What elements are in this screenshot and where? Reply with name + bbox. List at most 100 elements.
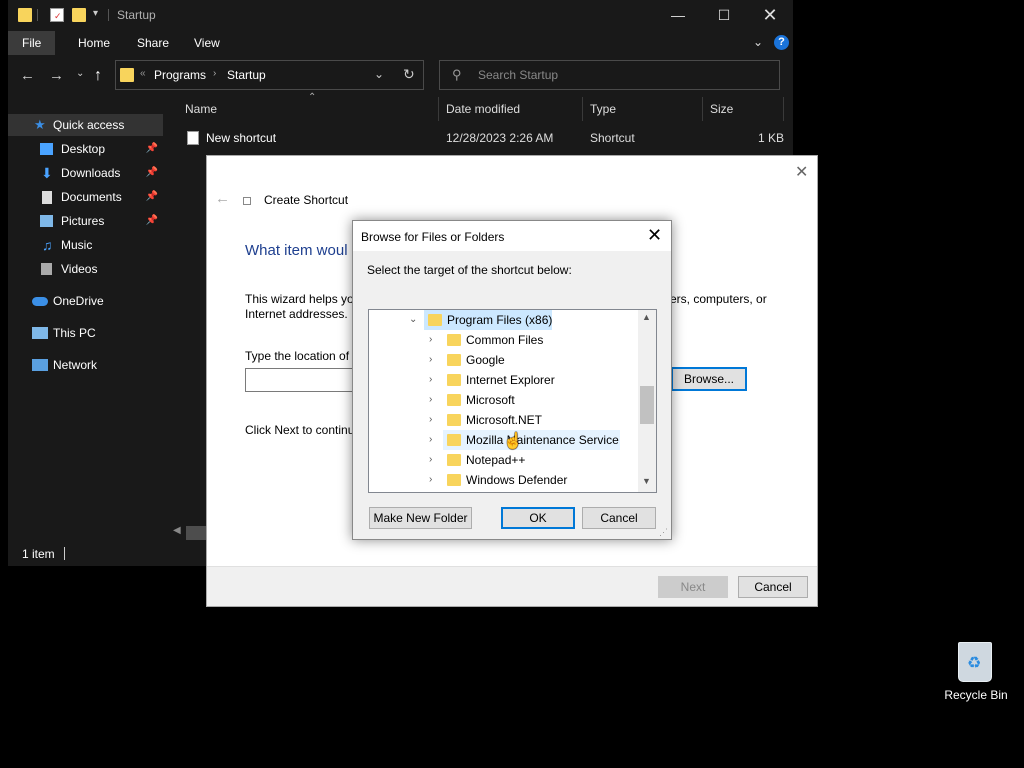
file-type: Shortcut [590,131,635,145]
recent-locations-icon[interactable]: ⌄ [76,68,84,79]
chevron-right-icon[interactable]: › [429,330,432,350]
tree-item-program-files-x86[interactable]: ⌄ Program Files (x86) [369,310,637,330]
sidebar-item-desktop[interactable]: Desktop 📌 [8,138,163,160]
sidebar-item-videos[interactable]: Videos [8,258,163,280]
minimize-button[interactable]: — [655,0,701,31]
column-divider[interactable] [582,97,583,121]
scroll-thumb[interactable] [640,386,654,424]
tree-item-label: Program Files (x86) [447,313,553,327]
expand-ribbon-icon[interactable]: ⌄ [753,35,763,49]
help-icon[interactable]: ? [774,35,789,50]
forward-arrow-icon[interactable]: → [49,67,64,84]
breadcrumb-programs[interactable]: Programs [154,68,206,82]
tree-item-notepad-plus-plus[interactable]: › Notepad++ [369,450,637,470]
sidebar-item-this-pc[interactable]: This PC [8,322,163,344]
tree-item-internet-explorer[interactable]: › Internet Explorer [369,370,637,390]
properties-icon[interactable]: ✓ [50,8,64,22]
column-date-modified[interactable]: Date modified [446,97,520,121]
title-bar: ✓ ▾ Startup — ☐ ✕ [8,0,793,31]
sidebar-item-onedrive[interactable]: OneDrive [8,290,163,312]
folder-icon [447,334,461,346]
column-divider[interactable] [702,97,703,121]
address-dropdown-icon[interactable]: ⌄ [374,67,384,81]
tree-item-windows-defender[interactable]: › Windows Defender [369,470,637,490]
close-icon[interactable]: ✕ [647,225,662,246]
scroll-thumb[interactable] [186,526,208,540]
tree-item-label: Windows Defender [466,473,568,487]
sidebar-item-quick-access[interactable]: ★ Quick access [8,114,163,136]
scroll-left-icon[interactable]: ◀ [173,525,181,536]
resize-grip-icon[interactable]: ⋰ [659,527,668,538]
scroll-down-icon[interactable]: ▼ [642,476,651,486]
cancel-button[interactable]: Cancel [582,507,656,529]
column-divider[interactable] [438,97,439,121]
maximize-button[interactable]: ☐ [701,0,747,31]
close-button[interactable]: ✕ [747,0,793,31]
chevron-right-icon[interactable]: › [429,350,432,370]
customize-quick-access-icon[interactable]: ▾ [93,8,98,19]
pin-icon[interactable]: 📌 [146,138,158,160]
tab-file[interactable]: File [8,31,56,55]
item-count: 1 item [22,547,55,561]
back-arrow-icon[interactable]: ← [20,67,35,84]
sidebar-item-downloads[interactable]: ⬇ Downloads 📌 [8,162,163,184]
chevron-right-icon[interactable]: › [429,410,432,430]
recycle-bin-icon: ♻ [958,642,992,682]
next-button[interactable]: Next [658,576,728,598]
column-type[interactable]: Type [590,97,616,121]
overflow-icon[interactable]: « [140,68,146,79]
tree-item-google[interactable]: › Google [369,350,637,370]
tree-item-label: Google [466,353,505,367]
new-folder-icon[interactable] [72,8,86,22]
close-icon[interactable]: ✕ [795,162,808,182]
tab-home[interactable]: Home [64,31,124,55]
tab-share[interactable]: Share [123,31,183,55]
folder-tree[interactable]: ⌄ Program Files (x86) › Common Files › G… [368,309,657,493]
sidebar-item-music[interactable]: ♫ Music [8,234,163,256]
pin-icon[interactable]: 📌 [146,162,158,184]
search-box[interactable]: ⚲ Search Startup [439,60,780,90]
tree-item-microsoft-net[interactable]: › Microsoft.NET [369,410,637,430]
sidebar-item-label: Network [53,358,98,372]
folder-icon [447,354,461,366]
tab-view[interactable]: View [180,31,234,55]
ok-button[interactable]: OK [501,507,575,529]
up-arrow-icon[interactable]: ↑ [94,67,102,85]
pin-icon[interactable]: 📌 [146,210,158,232]
cancel-button[interactable]: Cancel [738,576,808,598]
tree-item-common-files[interactable]: › Common Files [369,330,637,350]
column-size[interactable]: Size [710,97,733,121]
chevron-right-icon[interactable]: › [429,430,432,450]
horizontal-scrollbar[interactable]: ◀ [168,524,208,542]
recycle-bin-shortcut[interactable]: ♻ Recycle Bin [940,640,1012,710]
back-arrow-icon[interactable]: ← [215,190,230,207]
browse-button[interactable]: Browse... [671,367,747,391]
sidebar-item-network[interactable]: Network [8,354,163,376]
scroll-up-icon[interactable]: ▲ [642,312,651,322]
chevron-down-icon[interactable]: ⌄ [409,310,417,330]
search-placeholder: Search Startup [478,68,559,82]
refresh-icon[interactable]: ↻ [403,66,415,83]
tree-item-microsoft[interactable]: › Microsoft [369,390,637,410]
sidebar-item-documents[interactable]: Documents 📌 [8,186,163,208]
pin-icon[interactable]: 📌 [146,186,158,208]
chevron-right-icon[interactable]: › [429,370,432,390]
star-icon: ★ [34,117,46,132]
make-new-folder-button[interactable]: Make New Folder [369,507,472,529]
chevron-right-icon[interactable]: › [429,470,432,490]
breadcrumb-separator-icon[interactable]: › [213,68,216,79]
column-divider[interactable] [783,97,784,121]
chevron-right-icon[interactable]: › [429,450,432,470]
address-bar[interactable]: « Programs › Startup ⌄ ↻ [115,60,424,90]
shortcut-icon [243,197,251,205]
divider [64,547,65,560]
sidebar-item-label: Desktop [61,142,106,156]
column-name[interactable]: Name [185,97,217,121]
dialog-title: Browse for Files or Folders [361,230,505,244]
table-row[interactable]: New shortcut 12/28/2023 2:26 AM Shortcut… [176,127,793,149]
vertical-scrollbar[interactable]: ▲ ▼ [638,310,656,492]
sidebar-item-pictures[interactable]: Pictures 📌 [8,210,163,232]
breadcrumb-startup[interactable]: Startup [227,68,266,82]
ribbon: File Home Share View ⌄ ? [8,31,793,55]
chevron-right-icon[interactable]: › [429,390,432,410]
